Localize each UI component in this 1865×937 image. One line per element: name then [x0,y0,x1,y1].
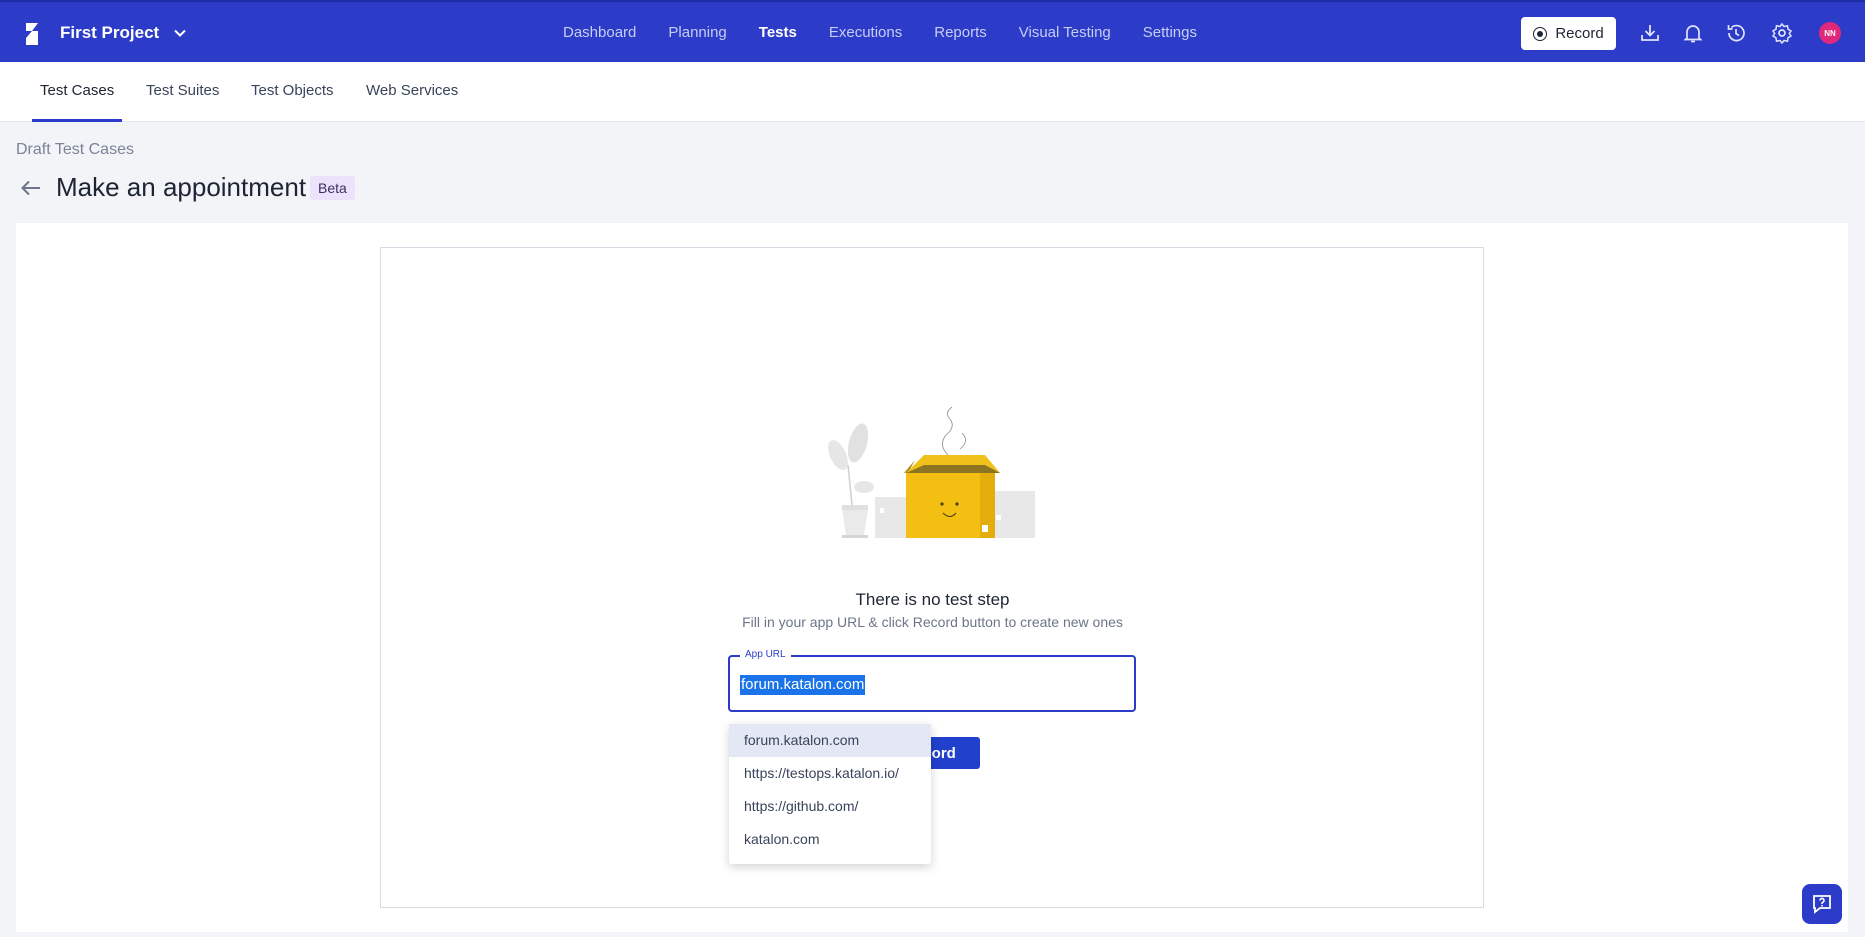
gear-icon[interactable] [1771,22,1793,44]
tab-web-services[interactable]: Web Services [366,62,458,122]
help-chat-button[interactable] [1802,884,1842,924]
project-selector[interactable]: First Project [60,23,187,43]
chevron-down-icon [174,29,186,37]
tab-test-cases[interactable]: Test Cases [32,62,123,122]
suggestion-item[interactable]: https://github.com/ [729,790,931,823]
nav-reports[interactable]: Reports [934,24,987,41]
test-steps-panel [380,247,1484,908]
sub-navigation: Test Cases Test Suites Test Objects Web … [0,62,1865,122]
back-arrow-icon[interactable] [20,178,42,198]
url-suggestion-dropdown: forum.katalon.com https://testops.katalo… [729,724,931,864]
suggestion-item[interactable]: katalon.com [729,823,931,856]
suggestion-item[interactable]: forum.katalon.com [729,724,931,757]
empty-state-title: There is no test step [855,590,1010,609]
nav-dashboard[interactable]: Dashboard [563,24,636,41]
app-url-label: App URL [740,649,791,660]
app-url-field[interactable]: App URL forum.katalon.com [728,649,1136,712]
nav-executions[interactable]: Executions [829,24,902,41]
record-icon [1533,26,1548,41]
nav-tests[interactable]: Tests [759,24,797,41]
page-title: Make an appointment [56,172,307,202]
project-name: First Project [60,23,160,42]
nav-planning[interactable]: Planning [668,24,726,41]
history-icon[interactable] [1725,22,1747,44]
download-icon[interactable] [1639,22,1661,44]
main-nav: Dashboard Planning Tests Executions Repo… [563,2,1229,62]
header-record-label: Record [1555,25,1604,42]
bell-icon[interactable] [1682,22,1704,44]
chat-help-icon [1813,895,1831,914]
tab-test-suites[interactable]: Test Suites [146,62,219,122]
avatar[interactable]: NN [1819,22,1841,44]
katalon-logo[interactable] [22,21,42,47]
suggestion-item[interactable]: https://testops.katalon.io/ [729,757,931,790]
nav-visual-testing[interactable]: Visual Testing [1019,24,1111,41]
app-url-input[interactable]: forum.katalon.com [740,675,866,695]
header-record-button[interactable]: Record [1521,17,1616,50]
tab-test-objects[interactable]: Test Objects [251,62,334,122]
beta-badge: Beta [310,176,355,200]
empty-box-illustration [828,406,1035,538]
breadcrumb[interactable]: Draft Test Cases [16,141,134,159]
top-navigation-bar: First Project Dashboard Planning Tests E… [0,0,1865,62]
empty-state-subtitle: Fill in your app URL & click Record butt… [742,614,1123,630]
nav-settings[interactable]: Settings [1143,24,1197,41]
